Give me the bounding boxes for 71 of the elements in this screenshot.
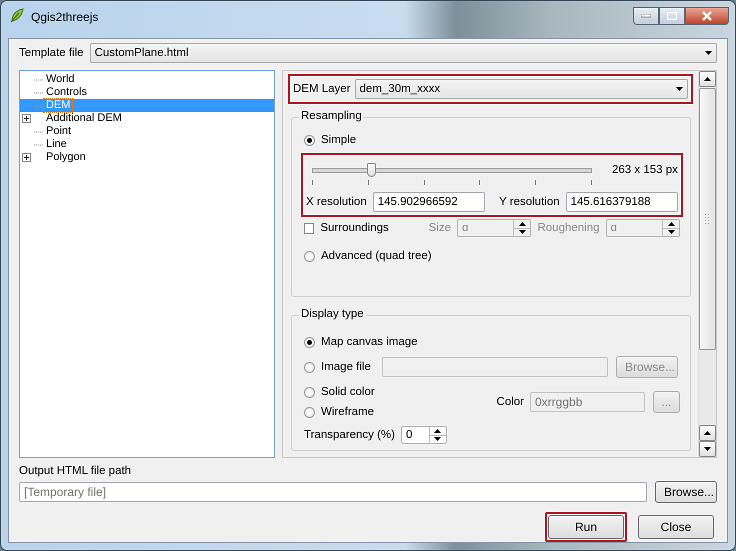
tree-item[interactable]: World <box>20 73 274 86</box>
radio-button[interactable] <box>304 362 315 372</box>
radio-label: Wireframe <box>321 406 374 418</box>
window-title: Qgis2threejs <box>31 10 98 24</box>
close-button[interactable] <box>685 7 729 25</box>
close-icon <box>701 11 713 21</box>
scrollbar[interactable] <box>698 71 716 457</box>
radio-button[interactable] <box>304 250 315 262</box>
up-arrow-icon <box>668 222 674 226</box>
down-arrow-icon <box>704 447 711 451</box>
image-file-field[interactable] <box>382 357 608 377</box>
down-arrow-icon <box>676 87 682 91</box>
roughening-label: Roughening <box>537 222 600 234</box>
radio-button[interactable] <box>304 336 315 348</box>
resolution-slider[interactable] <box>312 162 592 178</box>
tree-branch-line <box>34 130 44 132</box>
tree-item[interactable]: Additional DEM <box>20 112 274 125</box>
tree-item[interactable]: Controls <box>20 86 274 99</box>
browse-button[interactable]: Browse... <box>655 481 717 503</box>
transparency-label: Transparency (%) <box>304 429 395 441</box>
slider-thumb[interactable] <box>367 163 376 177</box>
down-arrow-icon <box>668 230 674 234</box>
color-label: Color <box>496 396 524 408</box>
tree-item[interactable]: Polygon <box>20 151 274 164</box>
tree-branch-line <box>34 92 44 94</box>
down-arrow-icon <box>434 437 442 442</box>
up-arrow-icon <box>518 222 526 226</box>
checkbox[interactable] <box>304 222 314 234</box>
radio-label: Solid color <box>321 386 375 398</box>
template-label: Template file <box>19 47 84 59</box>
radio-button[interactable] <box>304 134 315 146</box>
maximize-icon <box>667 12 677 20</box>
x-resolution-label: X resolution <box>306 196 367 208</box>
group-title: Display type <box>299 308 366 320</box>
radio-button[interactable] <box>304 406 315 418</box>
tree-branch-line <box>34 104 44 106</box>
run-button[interactable]: Run <box>548 515 624 539</box>
up-arrow-icon <box>704 77 711 81</box>
dem-layer-dropdown[interactable]: dem_30m_xxxx <box>354 79 688 99</box>
close-dialog-button[interactable]: Close <box>638 515 714 539</box>
template-dropdown[interactable]: CustomPlane.html <box>90 43 717 63</box>
y-resolution-label: Y resolution <box>499 196 560 208</box>
size-label: Size <box>428 222 451 234</box>
leaf-icon <box>9 7 25 23</box>
up-arrow-icon <box>704 431 711 435</box>
radio-label: Image file <box>321 361 371 373</box>
radio-label: Map canvas image <box>321 336 418 348</box>
spin-box[interactable]: 0 <box>400 426 447 444</box>
minimize-button[interactable] <box>633 7 659 25</box>
plus-icon[interactable] <box>22 153 31 162</box>
output-path-field[interactable]: [Temporary file] <box>19 482 647 502</box>
x-resolution-field[interactable]: 145.902966592 <box>372 192 486 212</box>
radio-button[interactable] <box>304 386 315 398</box>
surroundings-label: Surroundings <box>320 222 390 234</box>
plus-icon[interactable] <box>22 114 31 123</box>
tree-item[interactable]: Line <box>20 138 274 151</box>
tree-branch-line <box>34 144 44 146</box>
up-arrow-icon <box>434 428 442 433</box>
tree-branch-line <box>34 78 44 80</box>
radio-label: Simple <box>321 134 356 146</box>
minimize-icon <box>641 14 651 18</box>
down-arrow-icon <box>518 230 526 234</box>
maximize-button[interactable] <box>659 7 685 25</box>
size-reading: 263 x 153 px <box>612 164 678 176</box>
dem-layer-label: DEM Layer <box>293 83 351 95</box>
down-arrow-icon <box>704 51 712 55</box>
radio-label: Advanced (quad tree) <box>321 250 432 262</box>
output-path-label: Output HTML file path <box>19 465 132 477</box>
tree-item[interactable]: Point <box>20 125 274 138</box>
group-title: Resampling <box>299 110 364 122</box>
y-resolution-field[interactable]: 145.616379188 <box>566 192 678 212</box>
